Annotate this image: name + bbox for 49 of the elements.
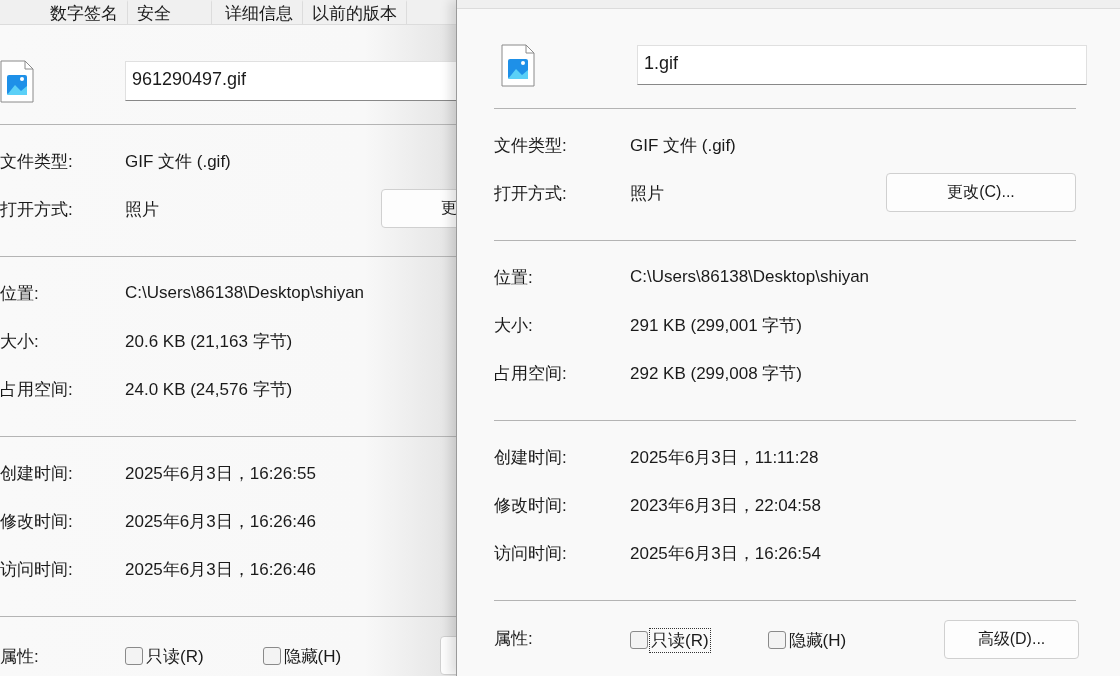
field-label: 创建时间: [0,462,74,485]
field-value: 2025年6月3日，11:11:28 [630,446,819,469]
field-value: 2025年6月3日，16:26:54 [630,542,821,565]
field-label: 访问时间: [494,542,568,565]
field-label: 属性: [494,628,534,650]
file-name-field[interactable]: 1.gif [637,45,1087,85]
field-value: 2025年6月3日，16:26:46 [125,558,316,581]
image-file-icon [501,43,535,87]
field-value: 24.0 KB (24,576 字节) [125,378,293,401]
checkbox[interactable] [262,647,281,665]
field-value: 291 KB (299,001 字节) [630,314,802,337]
field-label: 占用空间: [0,378,74,401]
field-label: 大小: [494,314,534,337]
field-label: 修改时间: [494,494,568,517]
checkbox-label[interactable]: 隐藏(H) [787,628,848,652]
file-name-field[interactable]: 961290497.gif [125,61,456,101]
field-value: 2025年6月3日，16:26:55 [125,462,316,485]
checkbox-label[interactable]: 隐藏(H) [282,644,343,668]
field-label: 修改时间: [0,510,74,533]
checkbox-label[interactable]: 只读(R) [650,628,710,652]
checkbox[interactable] [630,631,648,649]
field-label: 大小: [0,330,40,353]
change-button[interactable]: 更改(C)... [886,173,1076,212]
advanced-button[interactable]: 高级(D)... [944,620,1079,659]
checkbox-label[interactable]: 只读(R) [145,644,205,668]
field-value: 照片 [630,182,664,205]
checkbox[interactable] [767,631,786,649]
field-label: 创建时间: [494,446,568,469]
field-label: 访问时间: [0,558,74,581]
field-value: GIF 文件 (.gif) [125,150,231,173]
field-value: 2025年6月3日，16:26:46 [125,510,316,533]
field-value: GIF 文件 (.gif) [630,134,736,157]
image-file-icon [0,59,34,103]
field-value: 20.6 KB (21,163 字节) [125,330,293,353]
field-label: 属性: [0,646,40,668]
field-label: 占用空间: [494,362,568,385]
field-label: 位置: [0,282,40,305]
field-label: 位置: [494,266,534,289]
field-label: 文件类型: [0,150,74,173]
field-label: 打开方式: [0,198,74,221]
field-label: 文件类型: [494,134,568,157]
field-value: C:\Users\86138\Desktop\shiyan [630,267,870,287]
change-button[interactable]: 更 [381,189,456,228]
field-value: 照片 [125,198,159,221]
field-label: 打开方式: [494,182,568,205]
field-value: C:\Users\86138\Desktop\shiyan [125,283,365,303]
field-value: 292 KB (299,008 字节) [630,362,802,385]
checkbox[interactable] [125,647,143,665]
field-value: 2023年6月3日，22:04:58 [630,494,821,517]
